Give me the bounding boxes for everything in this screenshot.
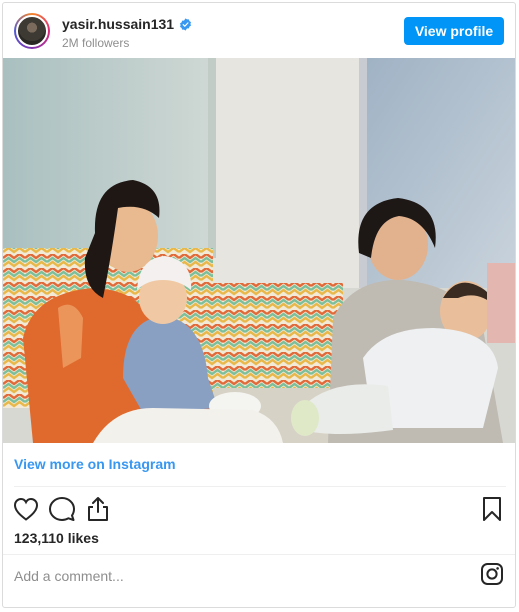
view-profile-button[interactable]: View profile (404, 17, 504, 45)
username-row: yasir.hussain131 (62, 16, 192, 32)
instagram-embed-card: yasir.hussain131 2M followers View profi… (2, 2, 516, 608)
save-button[interactable] (478, 495, 506, 523)
share-button[interactable] (84, 495, 112, 523)
instagram-logo-icon[interactable] (480, 562, 504, 586)
verified-badge-icon (180, 17, 192, 31)
post-photo[interactable] (3, 58, 515, 443)
comment-input[interactable] (14, 563, 454, 589)
bookmark-icon (483, 497, 501, 521)
heart-icon (13, 497, 39, 521)
username[interactable]: yasir.hussain131 (62, 16, 174, 32)
follower-count: 2M followers (62, 36, 130, 50)
post-photo-image (3, 58, 515, 443)
share-icon (88, 497, 108, 521)
like-button[interactable] (12, 495, 40, 523)
view-more-link[interactable]: View more on Instagram (14, 456, 176, 472)
comment-icon (49, 497, 75, 521)
avatar-image (16, 15, 48, 47)
like-count: 123,110 likes (14, 530, 99, 546)
avatar[interactable] (14, 13, 50, 49)
action-bar (3, 491, 515, 525)
comment-button[interactable] (48, 495, 76, 523)
divider (3, 554, 515, 555)
divider (14, 486, 506, 487)
post-header: yasir.hussain131 2M followers View profi… (3, 3, 515, 58)
